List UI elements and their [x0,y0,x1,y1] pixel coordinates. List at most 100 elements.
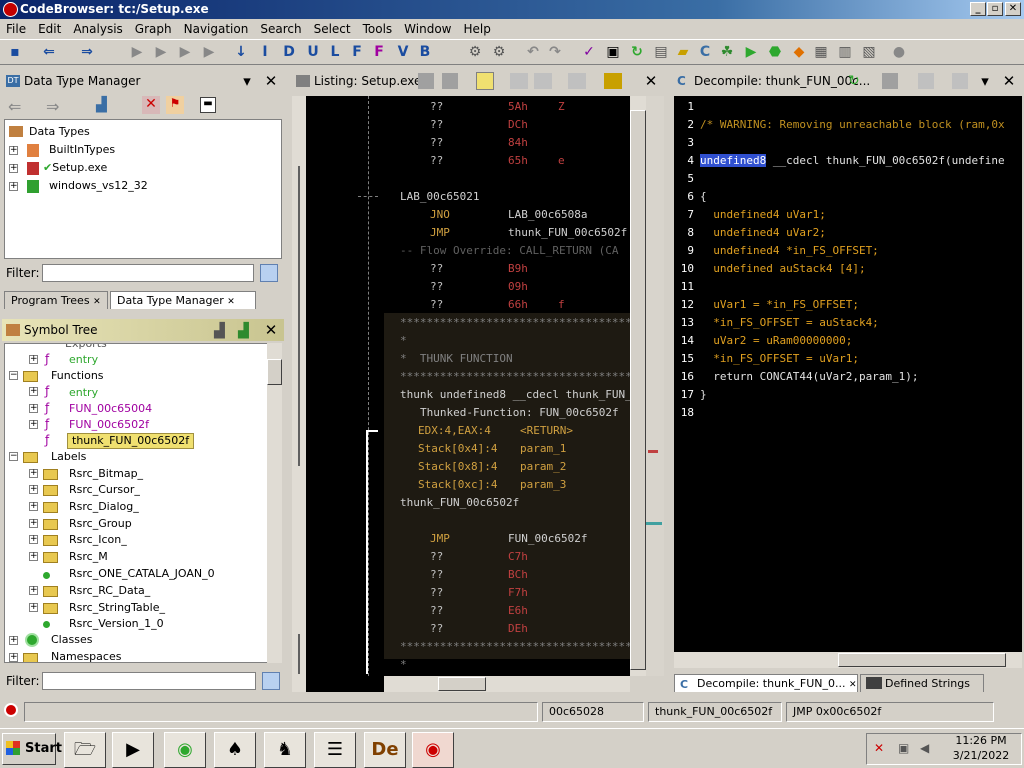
menu-window[interactable]: Window [398,19,457,39]
function-graph-icon[interactable]: ▣ [604,43,622,61]
expand-icon[interactable]: + [29,519,38,528]
menu-analysis[interactable]: Analysis [67,19,128,39]
nav-prev-icon[interactable]: ▶ [128,43,146,61]
tree-label-item[interactable]: Rsrc_M [69,549,108,565]
tree-label-item[interactable]: Rsrc_RC_Data_ [69,583,150,599]
menu-navigation[interactable]: Navigation [178,19,255,39]
listing-h-scroll-thumb[interactable] [438,677,486,691]
tree-classes[interactable]: Classes [51,632,92,648]
tree-functions[interactable]: Functions [51,368,104,384]
run-icon[interactable]: ▶ [742,43,760,61]
expand-icon[interactable]: + [29,387,38,396]
listing-overview-bar[interactable] [646,96,664,676]
listing-close-icon[interactable]: ✕ [644,74,658,89]
symbol-tree-scrollbar[interactable] [267,343,282,663]
chess-icon[interactable]: ♞ [264,732,306,768]
expand-icon[interactable]: + [29,404,38,413]
tree-function-fun-00c65004[interactable]: FUN_00c65004 [69,401,152,417]
decompile-refresh-icon[interactable]: ↻ [848,73,860,89]
nav-data-icon[interactable]: ▶ [176,43,194,61]
expand-icon[interactable]: + [29,552,38,561]
expand-icon[interactable]: + [29,586,38,595]
nav-instruction-icon[interactable]: I [256,43,274,61]
data-types-root[interactable]: Data Types [29,124,90,140]
tree-exports[interactable]: Exports [65,344,107,352]
tab-decompile[interactable]: Decompile: thunk_FUN_0... ✕ [674,674,858,692]
solitaire-icon[interactable]: ♠ [214,732,256,768]
nav-label-icon[interactable]: L [326,43,344,61]
dtm-close-icon[interactable]: ✕ [264,74,278,89]
decompile-icon[interactable]: C [696,43,714,61]
minimize-button[interactable]: _ [970,2,986,16]
chart-icon[interactable]: ▧ [860,43,878,61]
ghidra-taskbar-icon[interactable]: ◉ [412,732,454,768]
listing-label[interactable]: LAB_00c65021 [400,188,479,206]
decompile-h-scroll-thumb[interactable] [838,653,1006,667]
tree-function-thunk-selected[interactable]: thunk_FUN_00c6502f [67,433,195,449]
expand-icon[interactable]: + [29,469,38,478]
back-icon[interactable]: ⇐ [40,43,58,61]
menu-help[interactable]: Help [458,19,497,39]
listing-snapshot-icon[interactable] [568,73,586,89]
decompile-edit-icon[interactable] [918,73,934,89]
tree-labels[interactable]: Labels [51,449,86,465]
tree-label-item[interactable]: Rsrc_Group [69,516,132,532]
table-icon[interactable]: ▦ [812,43,830,61]
menu-select[interactable]: Select [308,19,357,39]
decompile-view[interactable]: 1 2/* WARNING: Removing unreachable bloc… [674,96,1022,652]
dtm-filter-icon[interactable]: ✕ [142,96,160,114]
listing-scrollbar[interactable] [630,96,646,676]
decompile-snapshot-icon[interactable] [952,73,968,89]
expand-icon[interactable]: + [9,182,18,191]
redo-icon[interactable]: ↷ [546,43,564,61]
de-app-icon[interactable]: De [364,732,406,768]
tool-a-icon[interactable]: ⚙ [466,43,484,61]
explorer-icon[interactable]: 🗁 [64,732,106,768]
menu-search[interactable]: Search [254,19,307,39]
tray-computer-icon[interactable]: ▣ [898,741,909,755]
listing-scroll-thumb[interactable] [630,110,646,670]
dtm-forward-icon[interactable]: ⇒ [46,97,59,116]
expand-icon[interactable]: + [29,420,38,429]
forward-icon[interactable]: ⇒ [78,43,96,61]
close-window-button[interactable]: ✕ [1005,2,1021,16]
tree-label-item[interactable]: Rsrc_Bitmap_ [69,466,143,482]
tool-b-icon[interactable]: ⚙ [490,43,508,61]
decompile-menu-icon[interactable]: ▾ [978,74,992,89]
collapse-icon[interactable]: − [9,371,18,380]
nav-f-icon[interactable]: F [370,43,388,61]
save-icon[interactable]: ▪ [6,43,24,61]
dtm-back-icon[interactable]: ⇐ [8,97,21,116]
memory-icon[interactable]: ▤ [652,43,670,61]
tree-label-item[interactable]: Rsrc_Dialog_ [69,499,139,515]
nav-v-icon[interactable]: V [394,43,412,61]
tree-label-item[interactable]: Rsrc_ONE_CATALA_JOAN_0 [69,566,215,582]
tray-clock[interactable]: 11:26 PM 3/21/2022 [944,733,1018,763]
tab-data-type-manager[interactable]: Data Type Manager ✕ [110,291,256,309]
listing-options-icon[interactable] [604,73,622,89]
expand-icon[interactable]: + [9,636,18,645]
dtm-archive-icon[interactable]: ▟ [96,97,107,113]
tab-program-trees[interactable]: Program Trees ✕ [4,291,108,309]
nav-function-icon[interactable]: F [348,43,366,61]
decompile-copy-icon[interactable] [882,73,898,89]
menu-tools[interactable]: Tools [357,19,399,39]
maximize-button[interactable]: ▫ [987,2,1003,16]
tray-volume-icon[interactable]: ◀ [920,741,929,755]
decompile-h-scrollbar[interactable] [674,652,1022,668]
debug-icon[interactable]: ⬣ [766,43,784,61]
tree-label-item[interactable]: Rsrc_Icon_ [69,532,127,548]
menu-edit[interactable]: Edit [32,19,67,39]
dtm-collapse-icon[interactable]: ▬ [200,97,216,113]
dtm-menu-icon[interactable]: ▾ [240,74,254,89]
list-app-icon[interactable]: ☰ [314,732,356,768]
tree-export-entry[interactable]: entry [69,352,98,368]
misc-icon[interactable]: ● [890,43,908,61]
listing-paste-icon[interactable] [442,73,458,89]
nav-undefined-icon[interactable]: ▶ [200,43,218,61]
symbol-filter-input[interactable] [42,672,256,690]
media-player-icon[interactable]: ▶ [112,732,154,768]
nav-bookmark-icon[interactable]: B [416,43,434,61]
listing-fields-icon[interactable] [510,73,528,89]
expand-icon[interactable]: + [29,485,38,494]
